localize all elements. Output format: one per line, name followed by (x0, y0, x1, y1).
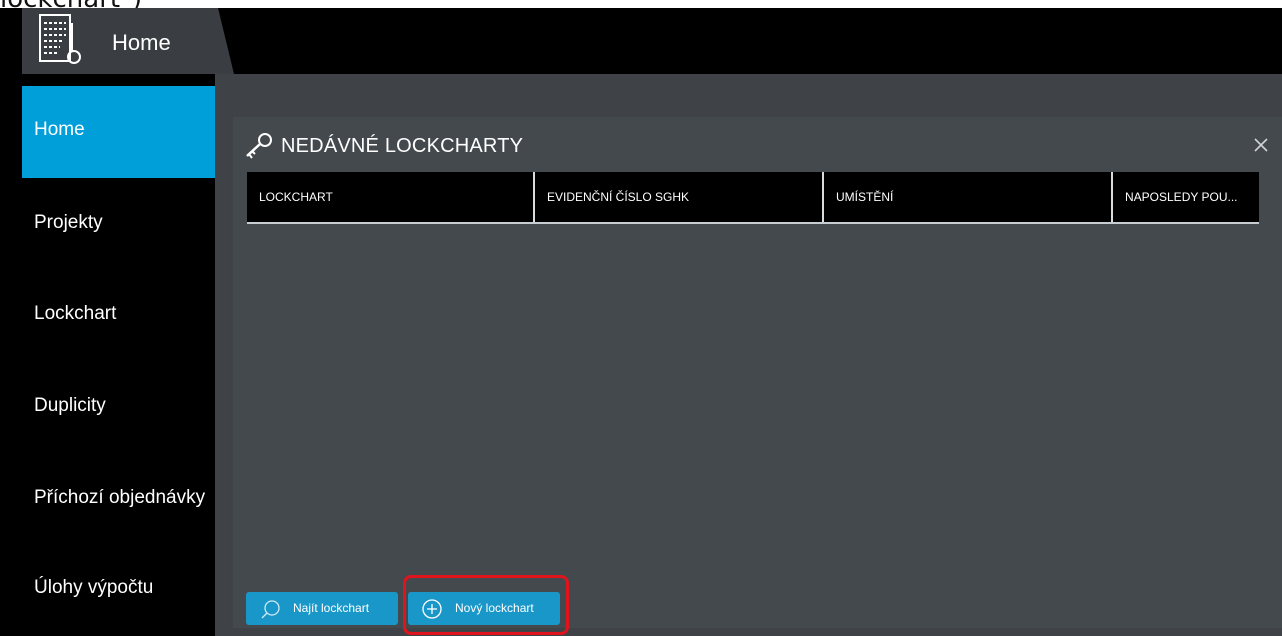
sidebar-item-projekty[interactable]: Projekty (22, 178, 215, 270)
column-header-evidencni-cislo[interactable]: EVIDENČNÍ ČÍSLO SGHK (535, 172, 824, 222)
panel-title: NEDÁVNÉ LOCKCHARTY (281, 135, 524, 157)
column-header-lockchart[interactable]: LOCKCHART (247, 172, 535, 222)
key-icon (246, 133, 272, 159)
column-header-naposledy-pouzito[interactable]: NAPOSLEDY POU... (1113, 172, 1259, 222)
column-header-umisteni[interactable]: UMÍSTĚNÍ (824, 172, 1113, 222)
sidebar-item-home[interactable]: Home (22, 86, 215, 178)
sidebar-item-lockchart[interactable]: Lockchart (22, 270, 215, 362)
document-key-icon (39, 14, 81, 64)
search-icon (261, 600, 280, 619)
sidebar-item-label: Home (34, 119, 85, 140)
home-tab[interactable]: Home (22, 8, 234, 74)
sidebar-item-label: Duplicity (34, 395, 106, 416)
sidebar-item-label: Projekty (34, 212, 103, 233)
sidebar-item-label: Příchozí objednávky (34, 487, 206, 508)
table-header: LOCKCHART EVIDENČNÍ ČÍSLO SGHK UMÍSTĚNÍ … (247, 172, 1259, 224)
recent-lockcharts-panel: NEDÁVNÉ LOCKCHARTY LOCKCHART EVIDENČNÍ Č… (233, 117, 1282, 635)
sidebar-item-prichozi-objednavky[interactable]: Příchozí objednávky (22, 454, 215, 546)
sidebar-item-duplicity[interactable]: Duplicity (22, 362, 215, 454)
sidebar-item-ulohy-vypoctu[interactable]: Úlohy výpočtu (22, 546, 215, 636)
close-icon[interactable] (1251, 135, 1271, 155)
find-lockchart-button[interactable]: Najít lockchart (246, 592, 398, 625)
sidebar-item-label: Lockchart (34, 303, 117, 324)
sidebar-item-label: Úlohy výpočtu (34, 577, 154, 598)
title-bar: Home (0, 8, 1282, 74)
home-tab-label: Home (112, 30, 171, 55)
find-lockchart-label: Najít lockchart (293, 601, 370, 615)
highlight-box (403, 575, 569, 635)
sidebar: Home Projekty Lockchart Duplicity Přícho… (22, 86, 215, 636)
